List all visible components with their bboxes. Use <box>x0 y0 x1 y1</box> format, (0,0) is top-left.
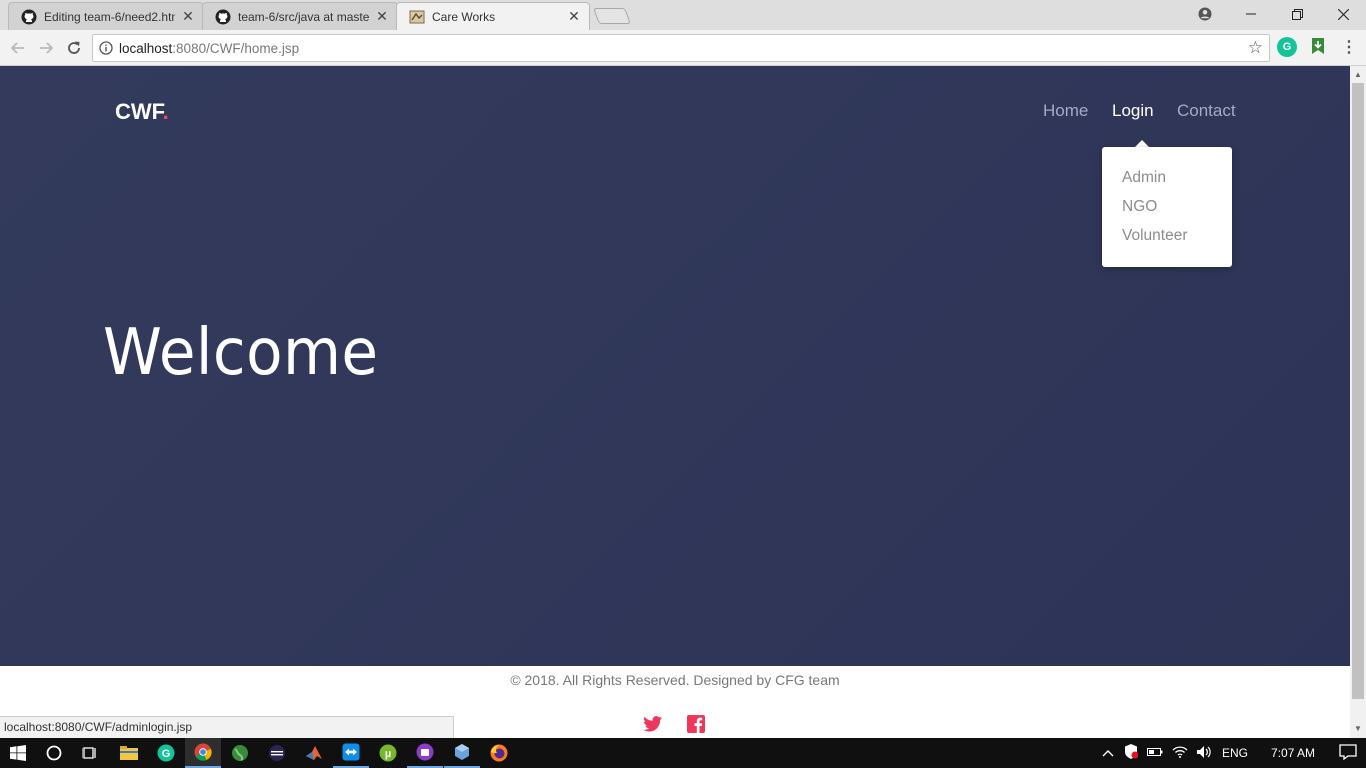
bookmark-star-icon[interactable]: ☆ <box>1248 38 1263 58</box>
action-center-icon[interactable] <box>1339 743 1357 763</box>
tab-close-icon[interactable]: ✕ <box>181 8 195 25</box>
tab-editing-need2[interactable]: Editing team-6/need2.htm ✕ <box>8 2 204 30</box>
clock[interactable]: 7:07 AM <box>1271 746 1315 760</box>
new-tab-button[interactable] <box>593 8 631 24</box>
nav-home[interactable]: Home <box>1043 101 1088 121</box>
page-viewport: CWF. Home Login Contact Admin NGO Volunt… <box>0 66 1350 738</box>
chrome-taskbar-icon[interactable] <box>185 738 221 768</box>
logo-dot: . <box>162 99 169 124</box>
purple-app-icon[interactable] <box>407 738 443 768</box>
grammarly-taskbar-icon[interactable]: G <box>148 738 184 768</box>
scrollbar-thumb[interactable] <box>1352 83 1364 699</box>
site-logo[interactable]: CWF. <box>115 99 169 125</box>
address-bar[interactable]: localhost:8080/CWF/home.jsp ☆ <box>92 34 1270 62</box>
twitter-icon[interactable] <box>642 714 662 734</box>
reload-button[interactable] <box>62 36 86 60</box>
task-view-icon[interactable] <box>72 738 108 768</box>
windows-start-icon[interactable] <box>0 738 36 768</box>
nav-login[interactable]: Login <box>1112 101 1154 121</box>
tab-title: Care Works <box>432 9 496 24</box>
tab-team6-src[interactable]: team-6/src/java at maste ✕ <box>202 2 398 30</box>
show-hidden-icons-icon[interactable] <box>1100 746 1116 760</box>
login-dropdown: Admin NGO Volunteer <box>1102 147 1232 267</box>
dropdown-item-volunteer[interactable]: Volunteer <box>1102 225 1232 254</box>
tab-strip: Editing team-6/need2.htm ✕ team-6/src/ja… <box>0 0 1366 30</box>
cortana-search-icon[interactable] <box>36 738 72 768</box>
eclipse-icon[interactable] <box>259 738 295 768</box>
scroll-up-icon[interactable]: ▲ <box>1350 68 1366 82</box>
file-explorer-icon[interactable] <box>111 738 147 768</box>
defender-icon[interactable] <box>1124 744 1139 762</box>
url-path: :8080/CWF/home.jsp <box>172 40 300 56</box>
utorrent-icon[interactable]: µ <box>370 738 406 768</box>
tab-care-works[interactable]: Care Works ✕ <box>396 2 590 30</box>
tab-title: team-6/src/java at maste <box>238 9 369 24</box>
tab-close-icon[interactable]: ✕ <box>375 8 389 25</box>
menu-icon[interactable]: ⋮ <box>1339 37 1359 57</box>
download-extension-icon[interactable] <box>1308 36 1328 56</box>
system-tray: ENG 7:07 AM <box>1100 738 1357 768</box>
battery-icon[interactable] <box>1147 746 1163 760</box>
dropdown-item-admin[interactable]: Admin <box>1102 167 1232 196</box>
volume-icon[interactable] <box>1196 745 1212 762</box>
github-icon <box>215 9 231 25</box>
back-button[interactable] <box>6 36 30 60</box>
nav-contact[interactable]: Contact <box>1177 101 1236 121</box>
copyright-text: © 2018. All Rights Reserved. Designed by… <box>510 672 840 688</box>
forward-button[interactable] <box>34 36 58 60</box>
wifi-icon[interactable] <box>1172 745 1188 761</box>
tab-title: Editing team-6/need2.htm <box>44 9 175 24</box>
scroll-down-icon[interactable]: ▼ <box>1350 722 1366 736</box>
minimize-button[interactable] <box>1228 0 1274 28</box>
language-indicator[interactable]: ENG <box>1222 746 1248 760</box>
restore-button[interactable] <box>1274 0 1320 28</box>
hero-section: CWF. Home Login Contact Admin NGO Volunt… <box>0 66 1350 666</box>
logo-text: CWF <box>115 99 163 124</box>
tab-close-icon[interactable]: ✕ <box>567 8 581 25</box>
url-host: localhost <box>119 40 173 56</box>
profile-icon[interactable] <box>1182 0 1228 28</box>
grammarly-icon[interactable]: G <box>1277 37 1297 57</box>
globe-app-icon[interactable] <box>222 738 258 768</box>
close-window-button[interactable] <box>1320 0 1366 28</box>
virtualbox-icon[interactable] <box>444 738 480 768</box>
windows-taskbar: G µ ENG 7:07 AM <box>0 738 1366 768</box>
firefox-icon[interactable] <box>481 738 517 768</box>
browser-toolbar: localhost:8080/CWF/home.jsp ☆ G ⋮ <box>0 30 1366 66</box>
page-scrollbar[interactable]: ▲ ▼ <box>1350 66 1366 738</box>
status-bar-url: localhost:8080/CWF/adminlogin.jsp <box>0 716 454 738</box>
github-icon <box>21 9 37 25</box>
page-icon <box>409 9 425 25</box>
teamviewer-icon[interactable] <box>333 738 369 768</box>
info-icon[interactable] <box>93 41 119 55</box>
matlab-icon[interactable] <box>296 738 332 768</box>
dropdown-item-ngo[interactable]: NGO <box>1102 196 1232 225</box>
svg-text:µ: µ <box>385 748 391 760</box>
facebook-icon[interactable] <box>686 714 706 734</box>
hero-title: Welcome <box>103 316 379 390</box>
svg-text:G: G <box>162 748 171 760</box>
